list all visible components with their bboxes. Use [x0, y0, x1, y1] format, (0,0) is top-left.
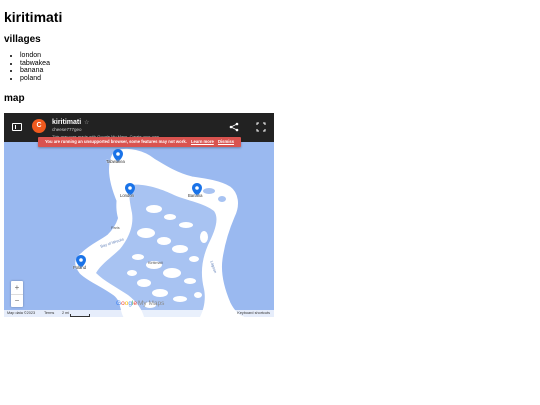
map-label-paris: Paris [111, 226, 120, 230]
scale-label[interactable]: 2 mi [62, 310, 69, 317]
list-item: poland [20, 75, 50, 83]
zoom-out-button[interactable]: − [11, 294, 23, 308]
unsupported-browser-banner: You are running an unsupported browser, … [38, 137, 241, 147]
pin-label-banana: Banana [188, 193, 203, 198]
terms-link[interactable]: Terms [44, 310, 54, 317]
google-my-maps-logo: GoogleMy Maps [116, 300, 165, 307]
list-item: banana [20, 67, 50, 75]
zoom-in-button[interactable]: + [11, 281, 23, 294]
list-item: london [20, 52, 50, 60]
map-title: kiritimati [52, 119, 82, 126]
page-title: kiritimati [4, 9, 63, 25]
pin-label-tabwakea: Tabwakea [106, 159, 125, 164]
map-owner[interactable]: cheese777geo [52, 127, 82, 132]
pin-label-london: London [120, 193, 134, 198]
fullscreen-icon[interactable] [256, 122, 266, 132]
star-icon[interactable]: ☆ [84, 119, 89, 126]
banner-text: You are running an unsupported browser, … [44, 139, 187, 144]
scale-bar [70, 314, 90, 317]
dismiss-link[interactable]: Dismiss [218, 139, 234, 144]
learn-more-link[interactable]: Learn more [191, 139, 214, 144]
pin-label-poland: Poland [73, 265, 87, 270]
avatar[interactable]: C [32, 119, 46, 133]
keyboard-shortcuts-link[interactable]: Keyboard shortcuts [237, 310, 270, 317]
villages-list: london tabwakea banana poland [4, 52, 50, 83]
zoom-control: + − [11, 281, 23, 307]
map-embed[interactable]: Tabwakea London Banana Poland Paris Bay … [4, 113, 274, 317]
villages-heading: villages [4, 34, 41, 45]
map-data-attribution: Map data ©2023 [7, 311, 36, 315]
side-panel-icon[interactable] [12, 123, 22, 131]
share-icon[interactable] [229, 122, 239, 132]
list-item: tabwakea [20, 60, 50, 68]
map-footer: Map data ©2023 Terms 2 mi Keyboard short… [4, 310, 274, 317]
map-label-kiritimati: Kiritimati [148, 261, 163, 265]
map-heading: map [4, 93, 25, 104]
